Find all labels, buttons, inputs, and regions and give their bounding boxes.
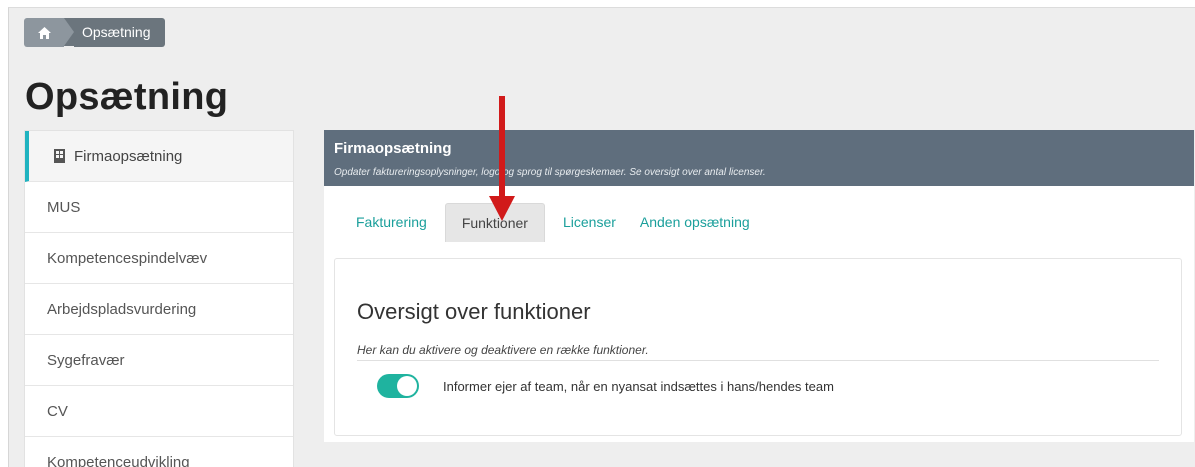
tab-licenser[interactable]: Licenser xyxy=(551,203,628,242)
panel-header: Firmaopsætning Opdater faktureringsoplys… xyxy=(324,130,1194,186)
features-box: Oversigt over funktioner Her kan du akti… xyxy=(334,258,1182,436)
sidebar-item-kompetencespindelvaev[interactable]: Kompetencespindelvæv xyxy=(25,233,293,284)
feature-toggle[interactable] xyxy=(377,374,419,398)
breadcrumb-separator xyxy=(64,18,74,46)
breadcrumb-home[interactable] xyxy=(24,18,64,47)
sidebar-item-cv[interactable]: CV xyxy=(25,386,293,437)
tab-anden-opsaetning[interactable]: Anden opsætning xyxy=(628,203,762,242)
building-icon xyxy=(54,149,65,163)
breadcrumb-current[interactable]: Opsætning xyxy=(74,18,165,47)
breadcrumb: Opsætning xyxy=(24,18,165,47)
feature-row: Informer ejer af team, når en nyansat in… xyxy=(377,374,834,398)
sidebar-item-label: MUS xyxy=(47,199,80,216)
sidebar-item-arbejdspladsvurdering[interactable]: Arbejdspladsvurdering xyxy=(25,284,293,335)
panel-body: Fakturering Funktioner Licenser Anden op… xyxy=(324,186,1194,442)
divider xyxy=(357,360,1159,361)
tab-fakturering[interactable]: Fakturering xyxy=(344,203,439,242)
home-icon xyxy=(38,27,51,39)
sidebar-item-kompetenceudvikling[interactable]: Kompetenceudvikling xyxy=(25,437,293,467)
sidebar-item-sygefravaer[interactable]: Sygefravær xyxy=(25,335,293,386)
sidebar-item-label: Kompetenceudvikling xyxy=(47,454,190,467)
sidebar-item-label: Kompetencespindelvæv xyxy=(47,250,207,267)
section-description: Her kan du aktivere og deaktivere en ræk… xyxy=(357,343,649,357)
toggle-knob xyxy=(397,376,417,396)
tab-bar: Fakturering Funktioner Licenser Anden op… xyxy=(344,203,762,242)
panel-subtitle: Opdater faktureringsoplysninger, logo og… xyxy=(334,167,766,178)
sidebar-item-label: Arbejdspladsvurdering xyxy=(47,301,196,318)
sidebar: Firmaopsætning MUS Kompetencespindelvæv … xyxy=(24,130,294,467)
sidebar-item-mus[interactable]: MUS xyxy=(25,182,293,233)
sidebar-item-firmaopsaetning[interactable]: Firmaopsætning xyxy=(25,131,293,182)
feature-label: Informer ejer af team, når en nyansat in… xyxy=(443,379,834,394)
panel-title: Firmaopsætning xyxy=(334,140,452,157)
app-page: Opsætning Opsætning Firmaopsætning MUS K… xyxy=(8,7,1195,467)
sidebar-item-label: CV xyxy=(47,403,68,420)
sidebar-item-label: Firmaopsætning xyxy=(74,148,182,165)
sidebar-item-label: Sygefravær xyxy=(47,352,125,369)
section-title: Oversigt over funktioner xyxy=(357,299,591,325)
page-title: Opsætning xyxy=(25,76,228,119)
red-arrow-annotation xyxy=(489,96,515,221)
